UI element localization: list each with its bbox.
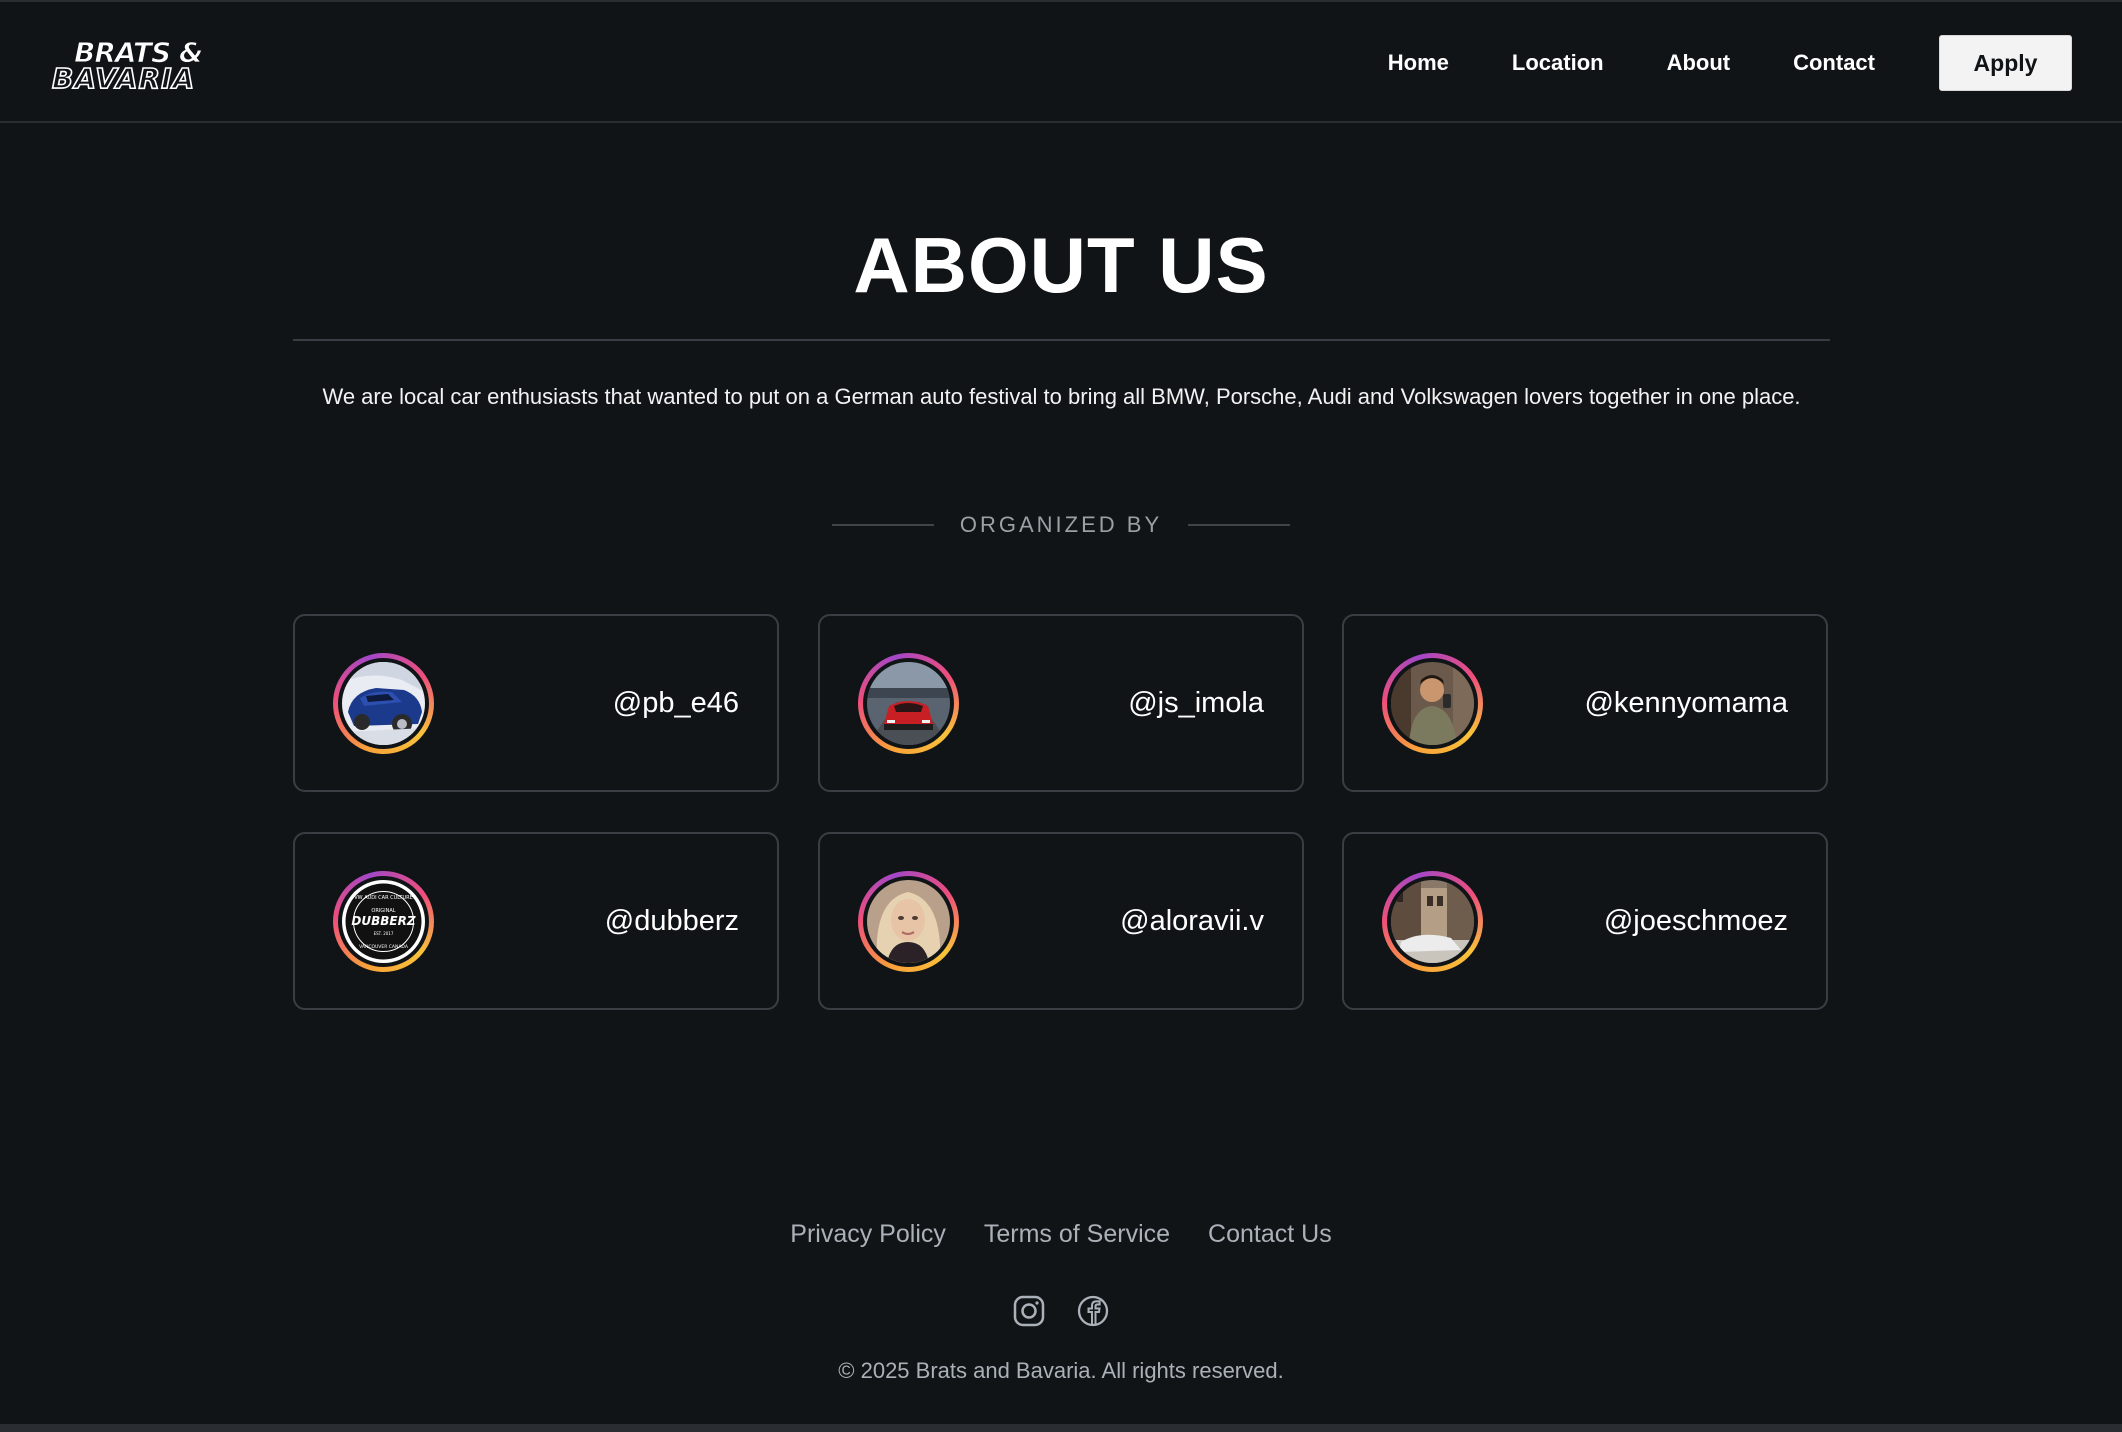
person-photo: [1391, 662, 1474, 745]
badge-name-text: DUBBERZ: [351, 914, 415, 928]
site-header: BRATS & BAVARIA Home Location About Cont…: [0, 2, 2122, 123]
contact-us-link[interactable]: Contact Us: [1208, 1220, 1332, 1249]
organizer-card[interactable]: @js_imola: [818, 614, 1304, 792]
copyright-text: © 2025 Brats and Bavaria. All rights res…: [838, 1358, 1284, 1383]
apply-button[interactable]: Apply: [1939, 35, 2072, 91]
main-nav: Home Location About Contact Apply: [1388, 34, 2072, 92]
dubberz-badge: VW AUDI CAR CULTURE ORIGINAL DUBBERZ EST…: [342, 880, 425, 963]
avatar[interactable]: [1382, 871, 1483, 972]
avatar[interactable]: [333, 653, 434, 754]
nav-home[interactable]: Home: [1388, 50, 1449, 76]
red-car-photo: [867, 662, 950, 745]
nav-contact[interactable]: Contact: [1793, 50, 1875, 76]
organizer-handle[interactable]: @js_imola: [1128, 616, 1264, 790]
bottom-bar: [0, 1424, 2122, 1432]
organizer-handle[interactable]: @pb_e46: [613, 616, 739, 790]
about-description: We are local car enthusiasts that wanted…: [322, 384, 1801, 409]
privacy-policy-link[interactable]: Privacy Policy: [790, 1220, 946, 1249]
facebook-icon[interactable]: [1076, 1294, 1110, 1328]
divider-right: [1188, 524, 1291, 526]
organizer-card[interactable]: @pb_e46: [293, 614, 779, 792]
nav-about[interactable]: About: [1667, 50, 1731, 76]
organizer-card[interactable]: @aloravii.v: [818, 832, 1304, 1010]
blue-car-photo: [342, 662, 425, 745]
woman-photo: [867, 880, 950, 963]
social-links: [0, 1294, 2122, 1328]
organizer-handle[interactable]: @aloravii.v: [1120, 834, 1264, 1008]
street-photo: [1391, 880, 1474, 963]
avatar[interactable]: [858, 653, 959, 754]
avatar[interactable]: [1382, 653, 1483, 754]
organizer-card[interactable]: VW AUDI CAR CULTURE ORIGINAL DUBBERZ EST…: [293, 832, 779, 1010]
badge-est-text: EST. 2017: [374, 931, 394, 936]
divider-left: [831, 524, 934, 526]
organizer-card[interactable]: @kennyomama: [1342, 614, 1828, 792]
page-title: ABOUT US: [853, 221, 1269, 309]
title-divider: [293, 339, 1830, 341]
organized-by-heading: ORGANIZED BY: [0, 512, 2122, 538]
organizer-handle[interactable]: @dubberz: [605, 834, 739, 1008]
avatar[interactable]: VW AUDI CAR CULTURE ORIGINAL DUBBERZ EST…: [333, 871, 434, 972]
terms-of-service-link[interactable]: Terms of Service: [984, 1220, 1170, 1249]
badge-bottom-text: VANCOUVER CANADA: [359, 944, 409, 950]
badge-top-text: VW AUDI CAR CULTURE: [354, 895, 413, 901]
avatar[interactable]: [858, 871, 959, 972]
organizer-card[interactable]: @joeschmoez: [1342, 832, 1828, 1010]
footer-links: Privacy Policy Terms of Service Contact …: [0, 1220, 2122, 1249]
organizer-handle[interactable]: @joeschmoez: [1604, 834, 1788, 1008]
organized-by-label: ORGANIZED BY: [959, 512, 1163, 537]
instagram-icon[interactable]: [1012, 1294, 1046, 1328]
nav-location[interactable]: Location: [1512, 50, 1604, 76]
brats-bavaria-logo[interactable]: BRATS & BAVARIA: [50, 36, 266, 96]
organizer-handle[interactable]: @kennyomama: [1584, 616, 1788, 790]
logo-line-2: BAVARIA: [52, 62, 195, 92]
